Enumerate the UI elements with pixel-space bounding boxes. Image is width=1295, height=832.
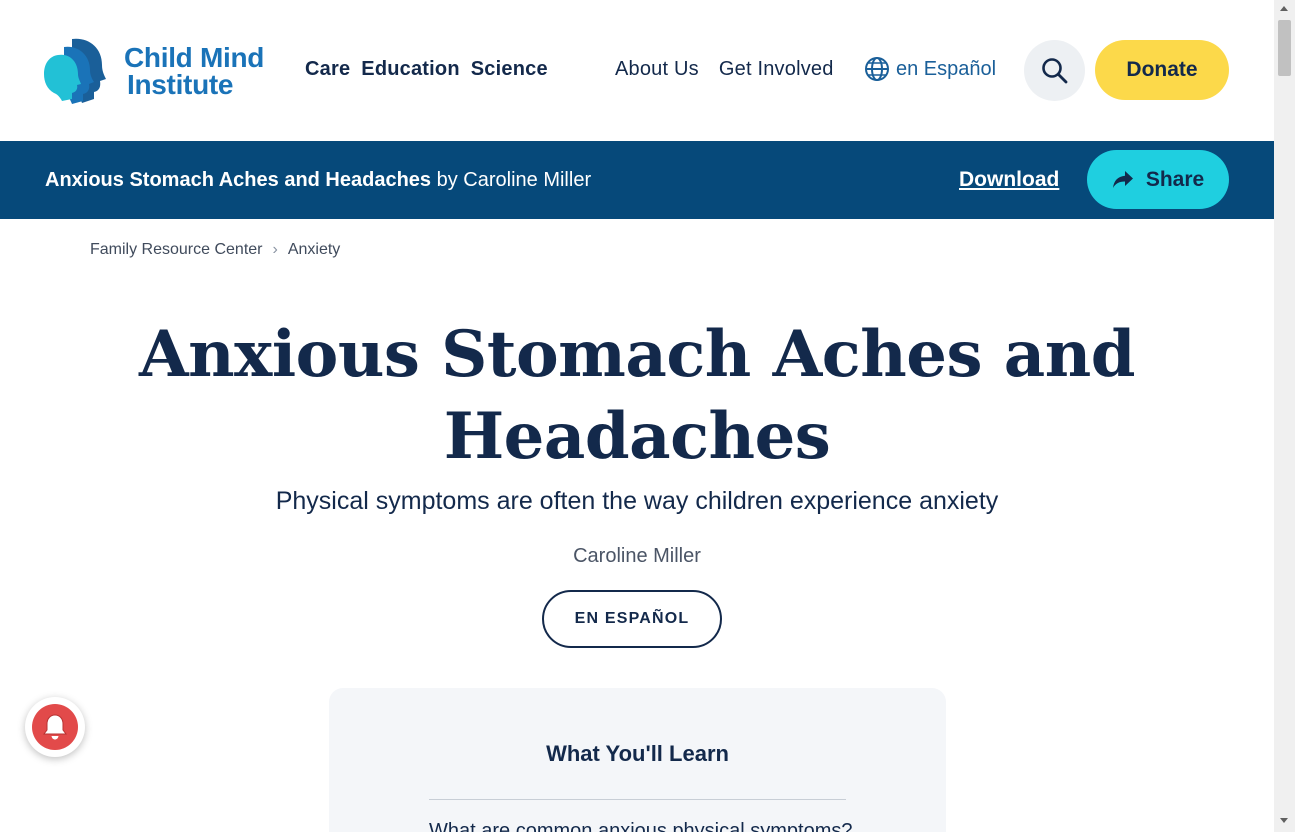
en-espanol-button[interactable]: EN ESPAÑOL [542, 590, 722, 648]
language-link-label: en Español [896, 57, 997, 80]
learn-card-title: What You'll Learn [546, 741, 729, 766]
learn-card-divider [429, 799, 846, 800]
nav-education[interactable]: Education [361, 58, 459, 81]
page-subtitle: Physical symptoms are often the way chil… [275, 487, 999, 515]
search-icon [1041, 57, 1067, 83]
article-bar-title: Anxious Stomach Aches and Headaches by C… [45, 169, 591, 192]
nav-get-involved[interactable]: Get Involved [719, 58, 834, 81]
article-bar-byline: by Caroline Miller [436, 169, 592, 191]
nav-science[interactable]: Science [471, 58, 548, 81]
share-button[interactable]: Share [1087, 150, 1229, 209]
logo[interactable]: Child Mind Institute [44, 36, 284, 106]
download-link[interactable]: Download [959, 168, 1059, 192]
page-title-line2: Headaches [443, 399, 831, 474]
logo-wordmark: Child Mind Institute [124, 42, 265, 100]
what-youll-learn-card: What You'll Learn What are common anxiou… [329, 688, 946, 832]
page-title: Anxious Stomach Aches and Headaches [137, 314, 1137, 478]
scroll-down-arrow-icon[interactable] [1280, 818, 1288, 823]
breadcrumb: Family Resource Center › Anxiety [90, 241, 340, 259]
learn-card-item: What are common anxious physical symptom… [429, 820, 853, 832]
author-link[interactable]: Caroline Miller [137, 545, 1137, 568]
article-bar-title-text: Anxious Stomach Aches and Headaches [45, 169, 432, 191]
site-header: Child Mind Institute Care Education Scie… [0, 0, 1274, 141]
language-link[interactable]: en Español [864, 56, 996, 82]
breadcrumb-anxiety[interactable]: Anxiety [288, 241, 340, 259]
primary-nav: Care Education Science [305, 58, 548, 81]
article-bar: Anxious Stomach Aches and Headaches by C… [0, 141, 1274, 219]
chevron-right-icon: › [272, 241, 278, 258]
logo-heads-icon [44, 37, 106, 105]
share-button-label: Share [1145, 167, 1205, 191]
share-arrow-icon [1112, 170, 1133, 188]
page-title-line1: Anxious Stomach Aches and [138, 317, 1136, 392]
notification-bell-button[interactable] [25, 697, 85, 757]
search-button[interactable] [1024, 40, 1085, 101]
nav-about-us[interactable]: About Us [615, 58, 699, 81]
nav-care[interactable]: Care [305, 58, 350, 81]
page-scrollbar[interactable] [1274, 0, 1295, 832]
bell-icon [32, 704, 78, 750]
scrollbar-thumb[interactable] [1278, 20, 1291, 76]
donate-button[interactable]: Donate [1095, 40, 1229, 100]
breadcrumb-family-resource-center[interactable]: Family Resource Center [90, 241, 263, 259]
scroll-up-arrow-icon[interactable] [1280, 6, 1288, 11]
secondary-nav: About Us Get Involved [615, 58, 834, 81]
globe-icon [865, 57, 889, 81]
